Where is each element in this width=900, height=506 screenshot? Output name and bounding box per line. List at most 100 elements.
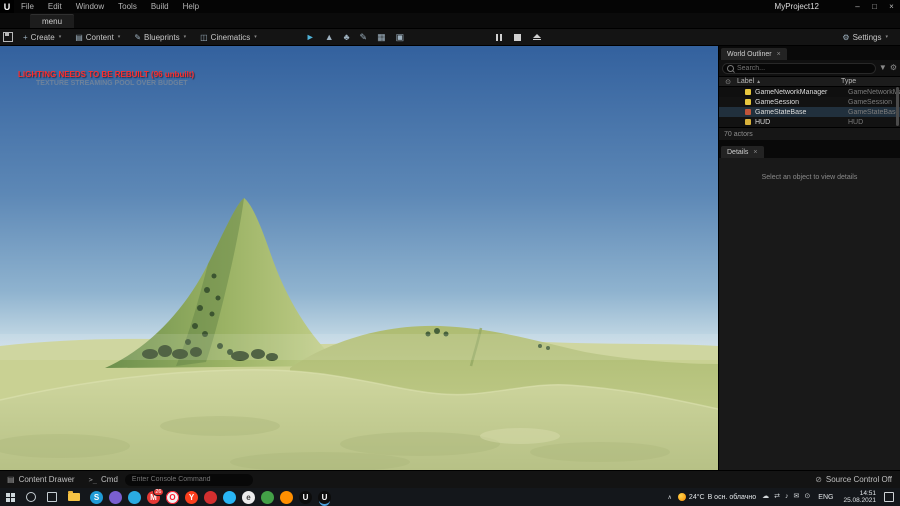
weather-widget[interactable]: 24°C В осн. облачно bbox=[677, 493, 756, 501]
taskbar-app-blue[interactable] bbox=[128, 490, 141, 504]
network-icon[interactable]: ⊙ bbox=[804, 493, 810, 501]
taskbar-app-orange[interactable] bbox=[280, 490, 293, 504]
tab-details[interactable]: Details × bbox=[721, 146, 764, 158]
taskbar-app-red[interactable] bbox=[204, 490, 217, 504]
actor-type: GameSession bbox=[848, 98, 892, 106]
visibility-eye-icon[interactable]: ⊙ bbox=[719, 78, 737, 86]
content-drawer-button[interactable]: ▤ Content Drawer bbox=[0, 471, 82, 488]
details-panel: Select an object to view details bbox=[719, 158, 900, 470]
brush-mode-icon[interactable]: ▣ bbox=[396, 32, 405, 42]
close-button[interactable]: × bbox=[883, 0, 900, 13]
filter-icon[interactable]: ▼ bbox=[879, 64, 887, 72]
menu-build[interactable]: Build bbox=[144, 0, 176, 13]
taskbar-app-lightblue[interactable] bbox=[223, 490, 236, 504]
title-bar: U File Edit Window Tools Build Help MyPr… bbox=[0, 0, 900, 13]
toolbar-mode-icons: ► ▲ ♣ ✎ ▦ ▣ bbox=[306, 32, 405, 42]
viewport-3d-scene bbox=[0, 46, 718, 470]
streaming-pool-warning[interactable]: TEXTURE STREAMING POOL OVER BUDGET bbox=[36, 80, 188, 87]
blueprints-button[interactable]: ✎ Blueprints ▾ bbox=[127, 29, 193, 45]
taskbar-app-blue-messenger[interactable]: S bbox=[90, 490, 103, 504]
actor-label: HUD bbox=[755, 118, 771, 126]
hidden-icons-chevron[interactable]: ∧ bbox=[668, 494, 672, 501]
content-button[interactable]: ▤ Content ▾ bbox=[68, 29, 127, 45]
menu-edit[interactable]: Edit bbox=[41, 0, 69, 13]
onedrive-cloud-icon[interactable]: ☁ bbox=[762, 493, 769, 501]
minimize-button[interactable]: – bbox=[849, 0, 866, 13]
actor-type: GameNetworkManager bbox=[848, 88, 900, 96]
level-viewport[interactable]: LIGHTING NEEDS TO BE REBUILT (96 unbuilt… bbox=[0, 46, 718, 470]
foliage-mode-icon[interactable]: ♣ bbox=[344, 32, 350, 42]
cinematics-label: Cinematics bbox=[210, 32, 251, 42]
taskbar-app-unreal-1[interactable]: U bbox=[299, 490, 312, 504]
outliner-row-gamestatebase[interactable]: GameStateBase GameStateBase bbox=[719, 107, 900, 117]
eject-icon[interactable] bbox=[533, 33, 542, 41]
volume-icon[interactable]: ♪ bbox=[785, 493, 789, 501]
settings-button[interactable]: ⚙ Settings ▾ bbox=[835, 29, 895, 45]
right-sidebar: World Outliner × ▼ ⚙ ⊙ Label ▲ Type Game… bbox=[718, 46, 900, 470]
close-icon[interactable]: × bbox=[777, 51, 781, 58]
outliner-settings-gear-icon[interactable]: ⚙ bbox=[890, 64, 897, 72]
taskbar-search-icon[interactable] bbox=[26, 492, 36, 502]
column-type[interactable]: Type bbox=[841, 78, 900, 85]
taskbar-apps: S M 26 O Ye U U bbox=[90, 487, 331, 504]
save-button[interactable] bbox=[0, 28, 16, 46]
actor-label: GameSession bbox=[755, 98, 799, 106]
taskbar-app-green[interactable] bbox=[261, 490, 274, 504]
save-icon bbox=[3, 32, 13, 42]
language-indicator[interactable]: ENG bbox=[816, 494, 835, 501]
outliner-row-hud[interactable]: HUD HUD bbox=[719, 117, 900, 127]
paint-mode-icon[interactable]: ✎ bbox=[360, 32, 368, 42]
fracture-mode-icon[interactable]: ▦ bbox=[377, 32, 386, 42]
actor-type: HUD bbox=[848, 118, 864, 126]
tab-row: menu bbox=[0, 13, 900, 28]
taskbar-app-unreal-2[interactable]: U bbox=[318, 490, 331, 504]
file-explorer-icon[interactable] bbox=[68, 491, 80, 501]
search-input[interactable] bbox=[737, 64, 871, 72]
clock[interactable]: 14:51 25.08.2021 bbox=[841, 490, 878, 505]
create-label: Create bbox=[30, 32, 55, 42]
chevron-down-icon: ▾ bbox=[58, 34, 62, 40]
select-mode-icon[interactable]: ► bbox=[306, 32, 315, 42]
landscape-mode-icon[interactable]: ▲ bbox=[325, 32, 334, 42]
chevron-down-icon: ▾ bbox=[254, 34, 257, 40]
create-button[interactable]: + Create ▾ bbox=[16, 29, 68, 45]
outliner-row-gamenetworkmanager[interactable]: GameNetworkManager GameNetworkManager bbox=[719, 87, 900, 97]
details-tab-bar: Details × bbox=[719, 144, 900, 158]
pause-icon[interactable] bbox=[496, 33, 503, 41]
cmd-label: Cmd bbox=[101, 475, 118, 484]
details-title: Details bbox=[727, 148, 749, 156]
menu-file[interactable]: File bbox=[14, 0, 41, 13]
stop-icon[interactable] bbox=[514, 33, 522, 41]
close-icon[interactable]: × bbox=[753, 149, 757, 156]
sync-icon[interactable]: ⇄ bbox=[774, 493, 780, 501]
taskbar-app-white[interactable]: e bbox=[242, 490, 255, 504]
task-view-icon[interactable] bbox=[47, 492, 57, 502]
mail-tray-icon[interactable]: ✉ bbox=[794, 493, 800, 501]
time: 14:51 bbox=[859, 489, 876, 497]
maximize-button[interactable]: □ bbox=[866, 0, 883, 13]
action-center-icon[interactable] bbox=[884, 492, 894, 502]
cmd-button[interactable]: >_ Cmd bbox=[82, 471, 125, 488]
console-command-box[interactable] bbox=[124, 473, 253, 486]
menu-tools[interactable]: Tools bbox=[111, 0, 144, 13]
menu-window[interactable]: Window bbox=[69, 0, 111, 13]
system-tray: ∧ 24°C В осн. облачно ☁ ⇄ ♪ ✉ ⊙ ENG 14:51 25… bbox=[668, 490, 900, 505]
menu-help[interactable]: Help bbox=[176, 0, 206, 13]
source-control-button[interactable]: ⊘ Source Control Off bbox=[815, 475, 900, 484]
cinematics-button[interactable]: ◫ Cinematics ▾ bbox=[193, 29, 264, 45]
taskbar-app-yandex[interactable]: Y bbox=[185, 490, 198, 504]
taskbar-app-purple[interactable] bbox=[109, 490, 122, 504]
outliner-row-gamesession[interactable]: GameSession GameSession bbox=[719, 97, 900, 107]
outliner-scrollbar[interactable] bbox=[896, 87, 899, 126]
lighting-rebuild-warning[interactable]: LIGHTING NEEDS TO BE REBUILT (96 unbuilt… bbox=[18, 70, 194, 79]
tab-world-outliner[interactable]: World Outliner × bbox=[721, 48, 787, 60]
start-button[interactable] bbox=[0, 488, 20, 506]
outliner-search-box[interactable] bbox=[722, 62, 876, 74]
outliner-tab-bar: World Outliner × bbox=[719, 46, 900, 60]
taskbar-app-opera[interactable]: O bbox=[166, 490, 179, 504]
column-label[interactable]: Label ▲ bbox=[737, 78, 841, 85]
console-command-input[interactable] bbox=[131, 476, 246, 483]
tab-level-menu[interactable]: menu bbox=[30, 14, 75, 28]
taskbar-app-mail[interactable]: M 26 bbox=[147, 487, 164, 504]
editor-status-bar: ▤ Content Drawer >_ Cmd ⊘ Source Control… bbox=[0, 470, 900, 488]
